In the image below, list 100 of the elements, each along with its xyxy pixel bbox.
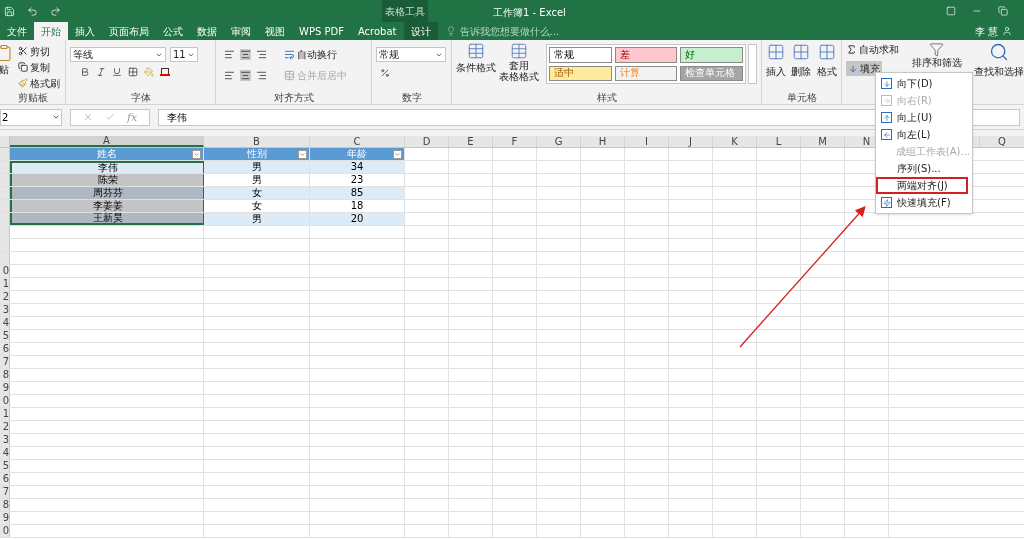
lightbulb-icon[interactable] <box>445 26 456 36</box>
format-painter-button[interactable]: 格式刷 <box>18 76 60 90</box>
ribbon-tab[interactable]: 文件 <box>0 22 34 40</box>
column-header[interactable]: E <box>449 136 493 147</box>
restore-icon[interactable] <box>998 6 1008 16</box>
row-header[interactable]: 2 <box>0 291 10 303</box>
column-header[interactable]: C <box>310 136 405 147</box>
align-top-icon[interactable] <box>224 49 235 60</box>
row-header[interactable]: 7 <box>0 486 10 498</box>
tell-me-field[interactable]: 告诉我您想要做什么... <box>459 23 610 39</box>
align-right-icon[interactable] <box>256 70 267 81</box>
underline-icon[interactable] <box>112 67 122 77</box>
conditional-format-button[interactable]: 条件格式 <box>456 42 497 91</box>
menu-item[interactable]: 快速填充(F) <box>876 194 972 211</box>
format-cells-button[interactable]: 格式 <box>816 43 837 91</box>
column-header[interactable]: Q <box>979 136 1024 147</box>
row-header[interactable]: 1 <box>0 278 10 290</box>
column-header[interactable]: I <box>625 136 669 147</box>
row-header[interactable]: 8 <box>0 499 10 511</box>
font-name-field[interactable]: 等线 <box>70 47 166 62</box>
ribbon-tab[interactable]: 页面布局 <box>102 22 156 40</box>
ribbon-tab[interactable]: 审阅 <box>224 22 258 40</box>
ribbon-tab[interactable]: 视图 <box>258 22 292 40</box>
cut-button[interactable]: 剪切 <box>18 44 60 58</box>
ribbon-tab[interactable]: WPS PDF <box>292 22 351 40</box>
row-header[interactable]: 6 <box>0 343 10 355</box>
number-format-field[interactable]: 常规 <box>376 47 446 62</box>
row-header[interactable]: 4 <box>0 317 10 329</box>
bold-icon[interactable] <box>80 67 90 77</box>
menu-item[interactable]: 序列(S)... <box>876 160 972 177</box>
row-header[interactable]: 0 <box>0 395 10 407</box>
font-size-field[interactable]: 11 <box>170 47 198 62</box>
ribbon-tab[interactable]: 设计 <box>403 22 438 40</box>
column-header[interactable]: B <box>204 136 310 147</box>
filter-button[interactable] <box>192 149 201 159</box>
column-header[interactable]: M <box>801 136 845 147</box>
user-icon[interactable] <box>1002 26 1012 36</box>
menu-item[interactable]: 两端对齐(J) <box>876 177 968 194</box>
row-header[interactable]: 2 <box>0 421 10 433</box>
align-middle-icon[interactable] <box>240 49 251 60</box>
column-header[interactable]: G <box>537 136 581 147</box>
row-header[interactable]: 5 <box>0 330 10 342</box>
menu-item[interactable]: 向下(D) <box>876 75 972 92</box>
percent-icon[interactable] <box>380 68 390 78</box>
copy-button[interactable]: 复制 <box>18 60 60 74</box>
column-header[interactable]: H <box>581 136 625 147</box>
row-header[interactable]: 9 <box>0 382 10 394</box>
delete-cells-button[interactable]: 删除 <box>791 43 812 91</box>
align-center-icon[interactable] <box>240 70 251 81</box>
ribbon-tab[interactable]: 公式 <box>156 22 190 40</box>
cancel-icon[interactable] <box>83 112 93 122</box>
row-header[interactable]: 3 <box>0 434 10 446</box>
gallery-scrollbar[interactable] <box>748 44 757 84</box>
menu-item[interactable]: 向上(U) <box>876 109 972 126</box>
cell-style[interactable]: 常规 <box>548 47 612 63</box>
filter-button[interactable] <box>298 149 307 159</box>
sigma-icon <box>846 44 857 55</box>
cell-style[interactable]: 差 <box>614 47 678 63</box>
enter-icon[interactable] <box>105 112 115 122</box>
align-left-icon[interactable] <box>224 70 235 81</box>
find-select-button[interactable]: 查找和选择 <box>974 42 1024 82</box>
column-header[interactable]: K <box>713 136 757 147</box>
save-icon[interactable] <box>4 5 15 17</box>
wrap-text-button[interactable]: 自动换行 <box>284 47 337 62</box>
row-header[interactable]: 3 <box>0 304 10 316</box>
redo-icon[interactable] <box>50 5 61 17</box>
row-header[interactable]: 8 <box>0 369 10 381</box>
sort-filter-button[interactable]: 排序和筛选 <box>911 42 962 72</box>
row-header[interactable]: 4 <box>0 447 10 459</box>
filter-button[interactable] <box>393 149 402 159</box>
align-bottom-icon[interactable] <box>256 49 267 60</box>
paste-button[interactable]: 贴 <box>0 44 14 91</box>
cell-style[interactable]: 适中 <box>548 65 612 81</box>
cell-style[interactable]: 好 <box>680 47 744 63</box>
row-header[interactable]: 7 <box>0 356 10 368</box>
insert-cells-button[interactable]: 插入 <box>766 43 787 91</box>
italic-icon[interactable] <box>96 67 106 77</box>
column-header[interactable]: L <box>757 136 801 147</box>
column-header[interactable]: J <box>669 136 713 147</box>
autosum-button[interactable]: 自动求和 <box>846 42 899 57</box>
row-header[interactable]: 0 <box>0 525 10 537</box>
ribbon-tab[interactable]: 插入 <box>68 22 102 40</box>
row-header[interactable]: 6 <box>0 473 10 485</box>
row-header[interactable]: 0 <box>0 265 10 277</box>
fill-color-icon[interactable] <box>144 67 154 77</box>
undo-icon[interactable] <box>27 5 38 17</box>
column-header[interactable]: D <box>405 136 449 147</box>
ribbon-display-icon[interactable] <box>946 6 956 16</box>
row-header[interactable]: 9 <box>0 512 10 524</box>
ribbon-tab[interactable]: 开始 <box>34 22 68 40</box>
borders-icon[interactable] <box>128 67 138 77</box>
row-header[interactable]: 5 <box>0 460 10 472</box>
column-header[interactable]: A <box>10 136 204 147</box>
font-color-icon[interactable] <box>160 68 170 76</box>
column-header[interactable]: F <box>493 136 537 147</box>
row-header[interactable]: 1 <box>0 408 10 420</box>
ribbon-tab[interactable]: Acrobat <box>350 22 404 40</box>
ribbon-tab[interactable]: 数据 <box>190 22 224 40</box>
table-format-button[interactable]: 套用 表格格式 <box>498 42 540 91</box>
name-box[interactable]: 2 <box>0 108 62 126</box>
